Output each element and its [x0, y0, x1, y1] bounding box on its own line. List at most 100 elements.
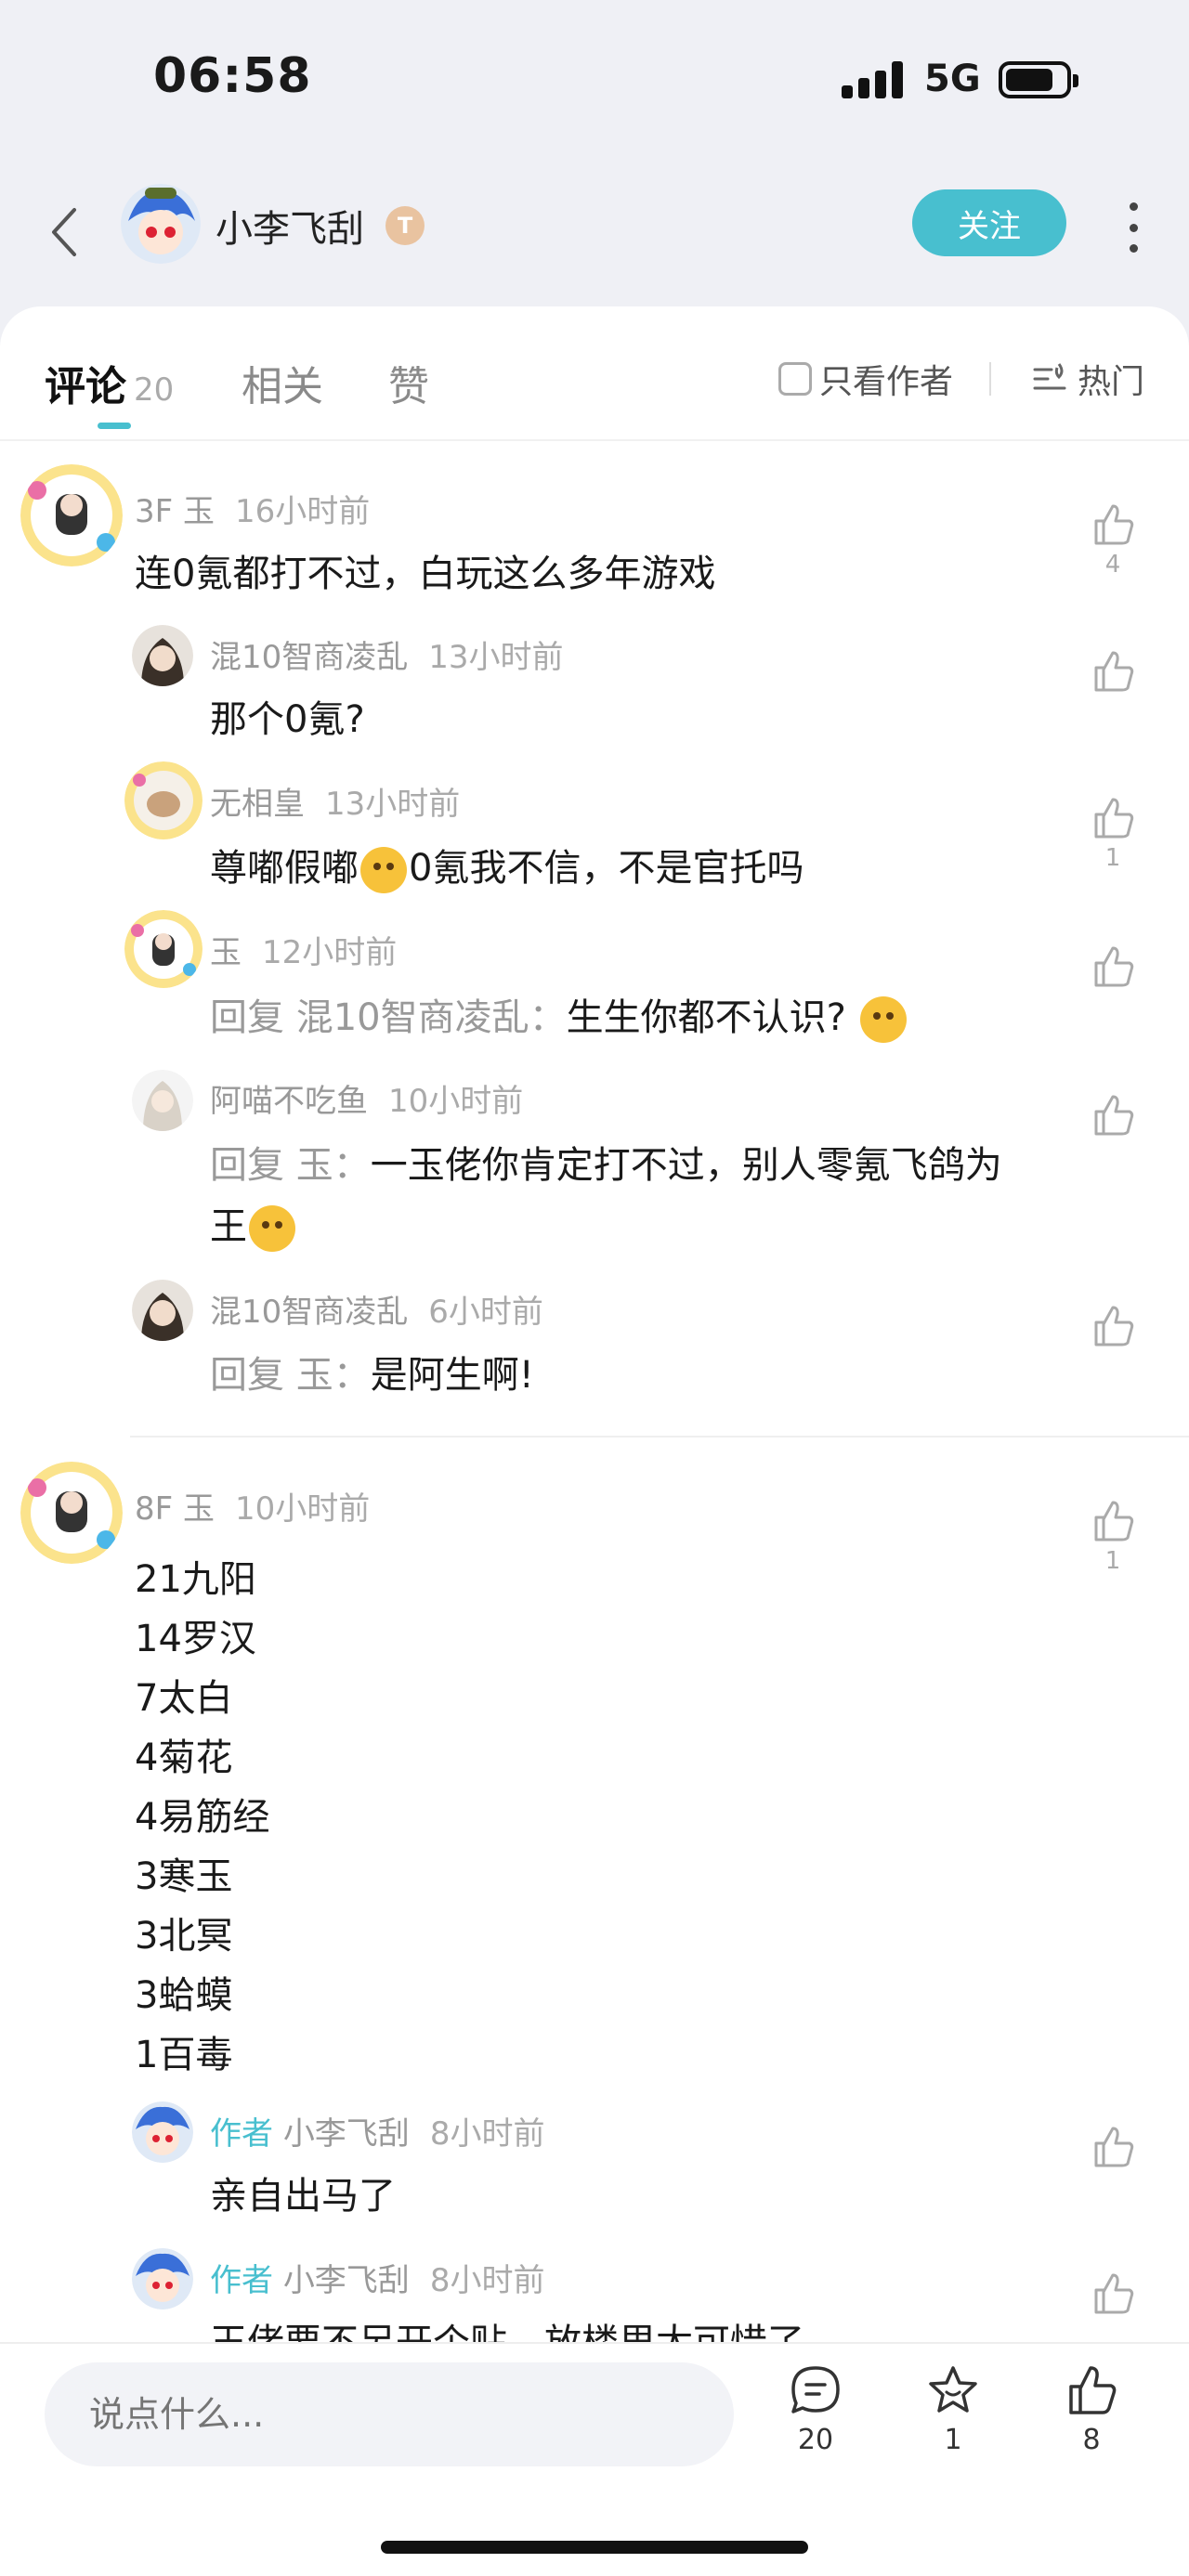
- drooling-emoji-icon: [859, 996, 907, 1043]
- replier-name[interactable]: 小李飞刮: [283, 2262, 410, 2299]
- star-icon: [929, 2366, 977, 2413]
- comment-bubble-icon: [791, 2366, 840, 2413]
- like-button[interactable]: 4: [1087, 499, 1139, 579]
- follow-button[interactable]: 关注: [912, 189, 1066, 256]
- sort-hot-button[interactable]: 热门: [1031, 355, 1144, 403]
- author-name[interactable]: 小李飞刮: [216, 199, 364, 253]
- floor-number: 8F: [135, 1490, 174, 1528]
- active-tab-indicator: [98, 423, 131, 429]
- reply-meta: 无相皇 13小时前: [210, 778, 460, 824]
- level-badge: T: [385, 206, 425, 245]
- reply-time: 6小时前: [428, 1294, 543, 1331]
- comment-meta: 3F 玉 16小时前: [135, 486, 370, 531]
- commenter-avatar[interactable]: [20, 1462, 123, 1564]
- replier-avatar[interactable]: [132, 1070, 193, 1131]
- tab-comments-label: 评论: [45, 363, 126, 410]
- tab-likes[interactable]: 赞: [388, 353, 429, 412]
- dot-icon: [1129, 202, 1138, 211]
- reply-meta: 作者 小李飞刮 8小时前: [210, 2108, 544, 2153]
- reply-time: 8小时前: [429, 2262, 545, 2299]
- back-button[interactable]: [42, 195, 88, 269]
- replier-name[interactable]: 玉: [210, 934, 242, 971]
- comment-line: 7太白: [135, 1677, 233, 1720]
- replier-avatar[interactable]: [132, 2101, 193, 2163]
- reply-text-part: 0氪我不信，不是官托吗: [409, 847, 804, 890]
- thumbs-up-icon: [1094, 1095, 1134, 1136]
- reply-time: 10小时前: [388, 1083, 524, 1120]
- likes-count: 8: [1082, 2424, 1101, 2456]
- favorite-button[interactable]: 1: [916, 2362, 990, 2456]
- comment-line: 3北冥: [135, 1915, 233, 1958]
- author-only-filter[interactable]: 只看作者: [778, 355, 953, 403]
- replier-name[interactable]: 阿喵不吃鱼: [210, 1083, 368, 1120]
- like-button[interactable]: [1087, 645, 1139, 701]
- divider: [989, 362, 991, 396]
- reply-text-part: 生生你都不认识?: [566, 996, 846, 1039]
- reply-meta: 混10智商凌乱 6小时前: [210, 1286, 543, 1332]
- like-button[interactable]: [1087, 1300, 1139, 1356]
- reply-text: 尊嘟假嘟 0氪我不信，不是官托吗: [210, 838, 804, 899]
- like-post-button[interactable]: 8: [1054, 2362, 1129, 2456]
- replier-avatar[interactable]: [132, 2248, 193, 2309]
- thumbs-up-icon: [1069, 2366, 1117, 2414]
- commenter-avatar[interactable]: [20, 464, 123, 566]
- tab-bar: 评论 20 相关 赞 只看作者 热门: [0, 306, 1189, 441]
- comments-button[interactable]: 20: [778, 2362, 853, 2456]
- network-type: 5G: [924, 58, 981, 100]
- thumbs-up-icon: [1094, 798, 1134, 839]
- replier-avatar[interactable]: [132, 625, 193, 686]
- replier-avatar[interactable]: [124, 910, 203, 988]
- smiling-emoji-icon: [249, 1205, 295, 1252]
- reply-text-part: 一玉佬你肯定打不过，别人零氪飞鸽为: [370, 1144, 1002, 1187]
- replier-name[interactable]: 混10智商凌乱: [210, 1294, 408, 1331]
- bottom-action-bar: 20 1 8: [0, 2342, 1189, 2576]
- comment-input[interactable]: [45, 2362, 734, 2466]
- replier-name[interactable]: 混10智商凌乱: [210, 639, 408, 676]
- comment-time: 16小时前: [235, 493, 371, 530]
- comment-line: 1百毒: [135, 2034, 233, 2076]
- like-count: 1: [1104, 844, 1121, 872]
- thumbs-up-icon: [1094, 651, 1134, 692]
- tab-related[interactable]: 相关: [242, 353, 323, 412]
- replier-name[interactable]: 小李飞刮: [283, 2115, 410, 2153]
- commenter-name[interactable]: 玉: [183, 1490, 215, 1528]
- like-button[interactable]: [1087, 1089, 1139, 1145]
- author-tag: 作者: [210, 2115, 273, 2153]
- author-only-checkbox[interactable]: [778, 362, 812, 396]
- replier-avatar[interactable]: [124, 761, 203, 839]
- like-count: 1: [1104, 1547, 1121, 1575]
- author-avatar[interactable]: [121, 184, 201, 264]
- post-header: 小李飞刮 T 关注: [0, 158, 1189, 306]
- reply-text-part: 尊嘟假嘟: [210, 847, 359, 890]
- status-bar: 06:58 5G: [0, 0, 1189, 158]
- reply-text: 亲自出马了: [210, 2175, 396, 2218]
- tab-comments[interactable]: 评论 20: [45, 353, 174, 412]
- commenter-name[interactable]: 玉: [183, 493, 215, 530]
- like-button[interactable]: 1: [1087, 1495, 1139, 1575]
- floor-number: 3F: [135, 493, 174, 530]
- reply-text-continued: 王: [210, 1196, 297, 1257]
- replier-name[interactable]: 无相皇: [210, 786, 305, 823]
- reply-text: 那个0氪?: [210, 698, 365, 741]
- reply-time: 8小时前: [429, 2115, 545, 2153]
- shocked-emoji-icon: [360, 847, 407, 893]
- like-button[interactable]: 1: [1087, 792, 1139, 872]
- battery-icon: [999, 61, 1078, 98]
- more-options-button[interactable]: [1119, 195, 1147, 260]
- dot-icon: [1129, 223, 1138, 232]
- comment-line: 14罗汉: [135, 1618, 256, 1660]
- author-tag: 作者: [210, 2262, 273, 2299]
- signal-icon: [842, 61, 907, 98]
- sort-icon: [1033, 363, 1066, 390]
- replier-avatar[interactable]: [132, 1280, 193, 1341]
- like-button[interactable]: [1087, 941, 1139, 996]
- status-time: 06:58: [153, 48, 312, 104]
- reply-time: 12小时前: [262, 934, 398, 971]
- comment-time: 10小时前: [235, 1490, 371, 1528]
- like-button[interactable]: [1087, 2268, 1139, 2323]
- like-button[interactable]: [1087, 2121, 1139, 2177]
- thumbs-up-icon: [1094, 1306, 1134, 1347]
- thumbs-up-icon: [1094, 1501, 1134, 1542]
- home-indicator[interactable]: [381, 2541, 808, 2554]
- comment-line: 21九阳: [135, 1558, 256, 1601]
